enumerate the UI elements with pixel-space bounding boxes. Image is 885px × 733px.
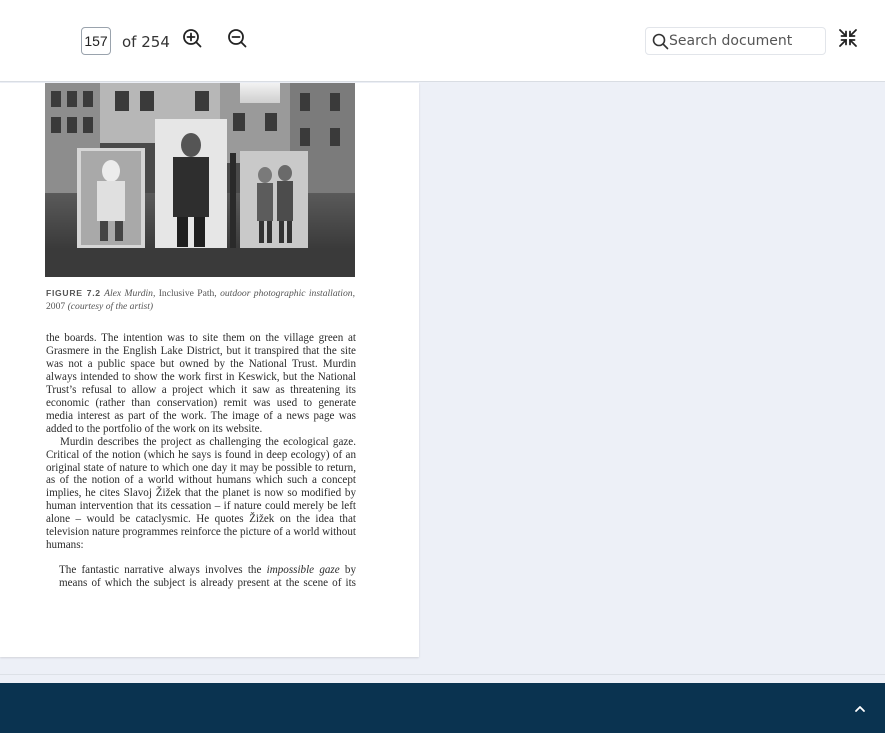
viewer-toolbar: of 254 — [0, 0, 885, 82]
figure-photo — [45, 83, 355, 277]
search-icon — [652, 33, 669, 50]
zoom-in-icon — [183, 29, 202, 48]
paragraph: Murdin describes the project as challeng… — [46, 435, 356, 552]
body-text: the boards. The intention was to site th… — [46, 332, 356, 552]
zoom-out-button[interactable] — [225, 26, 249, 50]
page-number-input[interactable] — [81, 27, 111, 55]
block-quote: The fantastic narrative always involves … — [59, 564, 357, 589]
footer-bar — [0, 683, 885, 733]
collapse-fullscreen-icon — [839, 29, 857, 47]
page-total-label: of 254 — [122, 33, 170, 51]
paragraph: the boards. The intention was to site th… — [46, 332, 356, 435]
search-box[interactable] — [645, 27, 826, 55]
zoom-out-icon — [228, 29, 247, 48]
scroll-to-top-button[interactable] — [853, 702, 867, 716]
document-page: FIGURE 7.2 Alex Murdin, Inclusive Path, … — [0, 83, 419, 657]
collapse-fullscreen-button[interactable] — [837, 27, 861, 51]
divider — [0, 674, 885, 675]
zoom-in-button[interactable] — [180, 26, 204, 50]
search-input[interactable] — [669, 31, 819, 51]
chevron-up-icon — [855, 706, 865, 712]
figure-caption: FIGURE 7.2 Alex Murdin, Inclusive Path, … — [46, 288, 355, 312]
